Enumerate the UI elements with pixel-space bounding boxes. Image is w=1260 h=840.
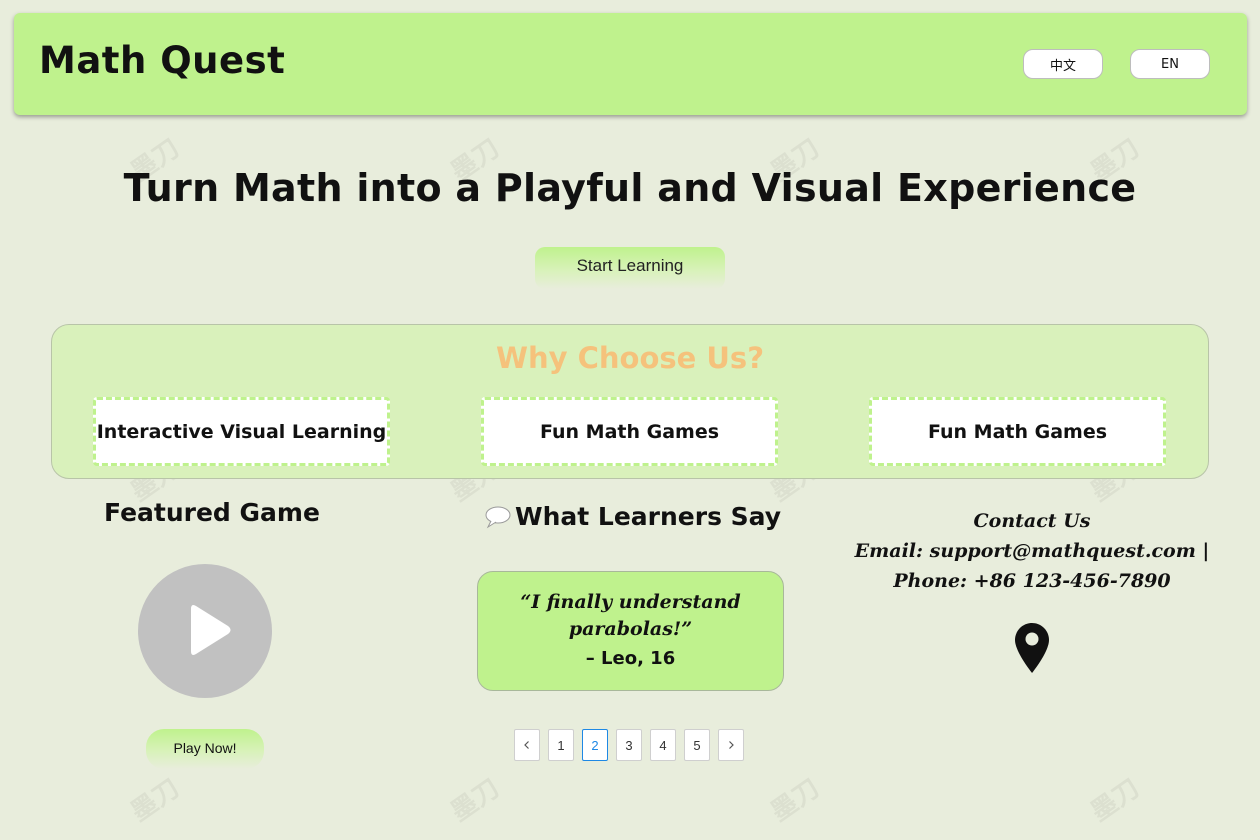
featured-game-title: Featured Game bbox=[104, 498, 320, 527]
what-learners-say-heading: What Learners Say bbox=[484, 502, 781, 531]
contact-email: Email: support@mathquest.com | bbox=[854, 540, 1210, 562]
watermark: 墨刀 bbox=[125, 773, 186, 828]
play-video-button[interactable] bbox=[138, 564, 272, 698]
what-learners-say-title: What Learners Say bbox=[515, 502, 782, 531]
contact-title: Contact Us bbox=[973, 510, 1091, 532]
why-choose-us-panel: Why Choose Us? Interactive Visual Learni… bbox=[51, 324, 1209, 479]
language-english-button[interactable]: EN bbox=[1130, 49, 1210, 79]
start-learning-button[interactable]: Start Learning bbox=[535, 247, 725, 289]
why-choose-us-title: Why Choose Us? bbox=[495, 341, 765, 375]
previous-page-button[interactable] bbox=[514, 729, 540, 761]
chevron-left-icon bbox=[524, 741, 529, 749]
play-icon bbox=[191, 605, 231, 655]
page-button-1[interactable]: 1 bbox=[548, 729, 574, 761]
feature-card: Interactive Visual Learning bbox=[93, 397, 390, 466]
watermark: 墨刀 bbox=[765, 773, 826, 828]
watermark: 墨刀 bbox=[1085, 773, 1146, 828]
contact-section: Contact Us Email: support@mathquest.com … bbox=[846, 506, 1218, 596]
chevron-right-icon bbox=[729, 741, 734, 749]
watermark: 墨刀 bbox=[445, 773, 506, 828]
language-chinese-button[interactable]: 中文 bbox=[1023, 49, 1103, 79]
testimonial-pagination: 1 2 3 4 5 bbox=[514, 729, 744, 761]
page-button-2[interactable]: 2 bbox=[582, 729, 608, 761]
play-now-button[interactable]: Play Now! bbox=[146, 729, 264, 769]
page-button-5[interactable]: 5 bbox=[684, 729, 710, 761]
testimonial-card: “I finally understand parabolas!” – Leo,… bbox=[477, 571, 784, 691]
feature-card: Fun Math Games bbox=[869, 397, 1166, 466]
brand-title: Math Quest bbox=[39, 39, 286, 82]
feature-card: Fun Math Games bbox=[481, 397, 778, 466]
site-header: Math Quest 中文 EN bbox=[14, 13, 1247, 115]
testimonial-author: – Leo, 16 bbox=[585, 648, 676, 669]
speech-bubble-icon bbox=[485, 506, 511, 528]
page-button-3[interactable]: 3 bbox=[616, 729, 642, 761]
hero-title: Turn Math into a Playful and Visual Expe… bbox=[123, 166, 1137, 210]
map-pin-icon[interactable] bbox=[1014, 622, 1050, 674]
page-button-4[interactable]: 4 bbox=[650, 729, 676, 761]
testimonial-quote: “I finally understand parabolas!” bbox=[520, 591, 741, 640]
next-page-button[interactable] bbox=[718, 729, 744, 761]
contact-phone: Phone: +86 123-456-7890 bbox=[893, 570, 1171, 592]
